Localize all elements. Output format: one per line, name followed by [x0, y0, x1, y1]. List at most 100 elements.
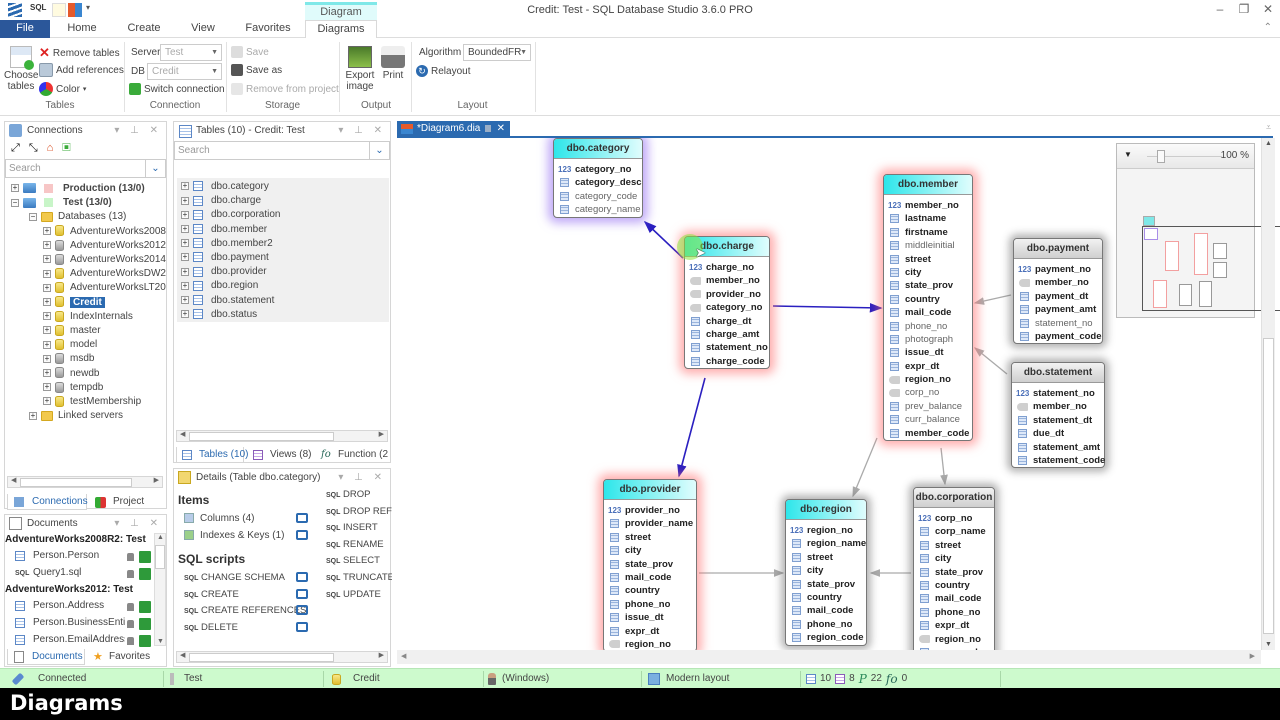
server-select[interactable]: Test ▼ — [160, 44, 222, 61]
tables-search-input[interactable]: Search ⌄ — [174, 141, 390, 160]
sql-script-item[interactable]: SQLDROP REFE — [326, 506, 392, 517]
sql-script-item[interactable]: SQL UPDATE — [326, 589, 392, 600]
entity-field[interactable]: member_no — [685, 274, 769, 287]
expand-icon[interactable]: + — [181, 196, 189, 205]
entity-field[interactable]: expr_dt — [914, 619, 994, 632]
entity-field[interactable]: street — [884, 253, 972, 266]
entity-field[interactable]: payment_amt — [1014, 303, 1102, 316]
entity-field[interactable]: issue_dt — [604, 611, 696, 624]
entity-field[interactable]: 123 category_no — [554, 163, 642, 176]
table-list-item[interactable]: + dbo.status — [181, 308, 257, 322]
entity-field[interactable]: state_prov — [914, 566, 994, 579]
expand-icon[interactable]: + — [43, 269, 51, 278]
algorithm-select[interactable]: BoundedFR ▼ — [463, 44, 531, 61]
open-window-icon[interactable] — [296, 572, 308, 582]
entity-field[interactable]: city — [884, 266, 972, 279]
open-window-icon[interactable] — [296, 621, 308, 632]
expand-icon[interactable]: + — [181, 182, 189, 191]
remove-tables-button[interactable]: ✕ Remove tables — [39, 45, 120, 61]
expand-icon[interactable]: + — [43, 383, 51, 392]
entity-field[interactable]: street — [604, 531, 696, 544]
entity-field[interactable]: country — [884, 293, 972, 306]
table-list-item[interactable]: + dbo.member2 — [181, 237, 273, 251]
tree-node[interactable]: + AdventureWorks2008R — [43, 225, 166, 239]
tree-node[interactable]: + AdventureWorksLT201 — [43, 281, 166, 295]
entity-field[interactable]: state_prov — [604, 558, 696, 571]
tab-favorites[interactable]: ★ Favorites — [89, 649, 159, 665]
entity-field[interactable]: phone_no — [884, 320, 972, 333]
print-button[interactable]: Print — [380, 46, 406, 81]
tree-node[interactable]: + AdventureWorksDW20 — [43, 267, 166, 281]
entity-field[interactable]: state_prov — [786, 578, 866, 591]
sql-script-item[interactable]: SQL DELETE — [184, 621, 314, 633]
entity-field[interactable]: mail_code — [884, 306, 972, 319]
tree-node[interactable]: − Test (13/0) — [11, 196, 112, 210]
entity-payment[interactable]: dbo.payment 123 payment_no member_no payment… — [1013, 238, 1103, 345]
sql-script-item[interactable]: SQL CREATE REFERENCES — [184, 605, 314, 616]
table-list-item[interactable]: + dbo.category — [181, 180, 269, 194]
tree-node[interactable]: + IndexInternals — [43, 310, 133, 324]
entity-field[interactable]: mail_code — [604, 571, 696, 584]
chevron-down-icon[interactable]: ⌄ — [369, 142, 389, 159]
expand-icon[interactable]: + — [181, 224, 189, 233]
entity-field[interactable]: 123 statement_no — [1012, 387, 1104, 400]
tree-node[interactable]: + AdventureWorks2012 — [43, 239, 166, 253]
entity-field[interactable]: due_dt — [1012, 427, 1104, 440]
relation-charge-to-member[interactable] — [772, 302, 883, 313]
entity-field[interactable]: charge_code — [685, 355, 769, 368]
entity-field[interactable]: charge_dt — [685, 315, 769, 328]
export-image-button[interactable]: Export image — [344, 46, 376, 92]
expand-icon[interactable]: + — [181, 253, 189, 262]
expand-icon[interactable]: + — [43, 368, 51, 377]
tree-node[interactable]: + testMembership — [43, 395, 141, 409]
relation-member-to-corporation[interactable] — [940, 447, 948, 486]
vscroll-thumb[interactable] — [1263, 338, 1274, 634]
scroll-right-icon[interactable]: ▶ — [1250, 652, 1255, 660]
panel-controls[interactable]: ▾ ⊥ ✕ — [114, 122, 162, 139]
sql-script-item[interactable]: SQL TRUNCATE — [326, 572, 392, 583]
expand-icon[interactable]: + — [43, 397, 51, 406]
entity-field[interactable]: city — [786, 564, 866, 577]
open-document-icon[interactable] — [139, 568, 151, 580]
entity-field[interactable]: payment_dt — [1014, 290, 1102, 303]
remove-from-project-button[interactable]: Remove from project — [231, 83, 339, 95]
color-dropdown[interactable]: Color ▾ — [39, 82, 86, 96]
entity-field[interactable]: region_code — [786, 631, 866, 644]
entity-field[interactable]: category_name — [554, 203, 642, 216]
document-item[interactable]: SQL Query1.sql — [15, 567, 153, 581]
expand-icon[interactable]: + — [181, 295, 189, 304]
entity-field[interactable]: expr_dt — [604, 625, 696, 638]
open-window-icon[interactable] — [296, 529, 308, 540]
tree-node[interactable]: + msdb — [43, 352, 94, 366]
table-list-item[interactable]: + dbo.payment — [181, 251, 269, 265]
entity-field[interactable]: corp_no — [884, 386, 972, 399]
tree-node[interactable]: + model — [43, 338, 97, 352]
open-document-icon[interactable] — [139, 635, 151, 647]
open-document-icon[interactable] — [139, 601, 151, 613]
expand-icon[interactable]: + — [29, 411, 37, 420]
entity-field[interactable]: region_no — [884, 373, 972, 386]
open-window-icon[interactable] — [296, 588, 308, 599]
entity-title[interactable]: dbo.corporation — [914, 488, 994, 508]
open-window-icon[interactable] — [296, 513, 308, 523]
tree-node[interactable]: + AdventureWorks2014 — [43, 253, 166, 267]
tab-project[interactable]: Project — [91, 494, 151, 510]
diagram-hscrollbar[interactable]: ◀ ▶ — [397, 650, 1261, 664]
tab-view[interactable]: View — [184, 20, 222, 38]
entity-field[interactable]: country — [786, 591, 866, 604]
choose-tables-button[interactable]: Choose tables — [4, 46, 38, 92]
entity-region[interactable]: dbo.region 123 region_no region_name street c… — [785, 499, 867, 646]
entity-title[interactable]: dbo.statement — [1012, 363, 1104, 383]
entity-field[interactable]: member_no — [1014, 276, 1102, 289]
diagram-minimap[interactable]: ▼ 100 % — [1116, 143, 1280, 318]
relation-statement-to-member[interactable] — [973, 347, 1008, 375]
table-list-item[interactable]: + dbo.statement — [181, 294, 274, 308]
open-document-icon[interactable] — [139, 551, 151, 563]
expand-icon[interactable]: + — [43, 241, 51, 250]
expand-icon[interactable]: + — [43, 326, 51, 335]
scroll-down-icon[interactable]: ▼ — [1265, 641, 1272, 648]
entity-field[interactable]: region_name — [786, 537, 866, 550]
tree-node[interactable]: + newdb — [43, 367, 99, 381]
tree-node[interactable]: + Credit — [43, 296, 105, 310]
entity-field[interactable]: 123 payment_no — [1014, 263, 1102, 276]
